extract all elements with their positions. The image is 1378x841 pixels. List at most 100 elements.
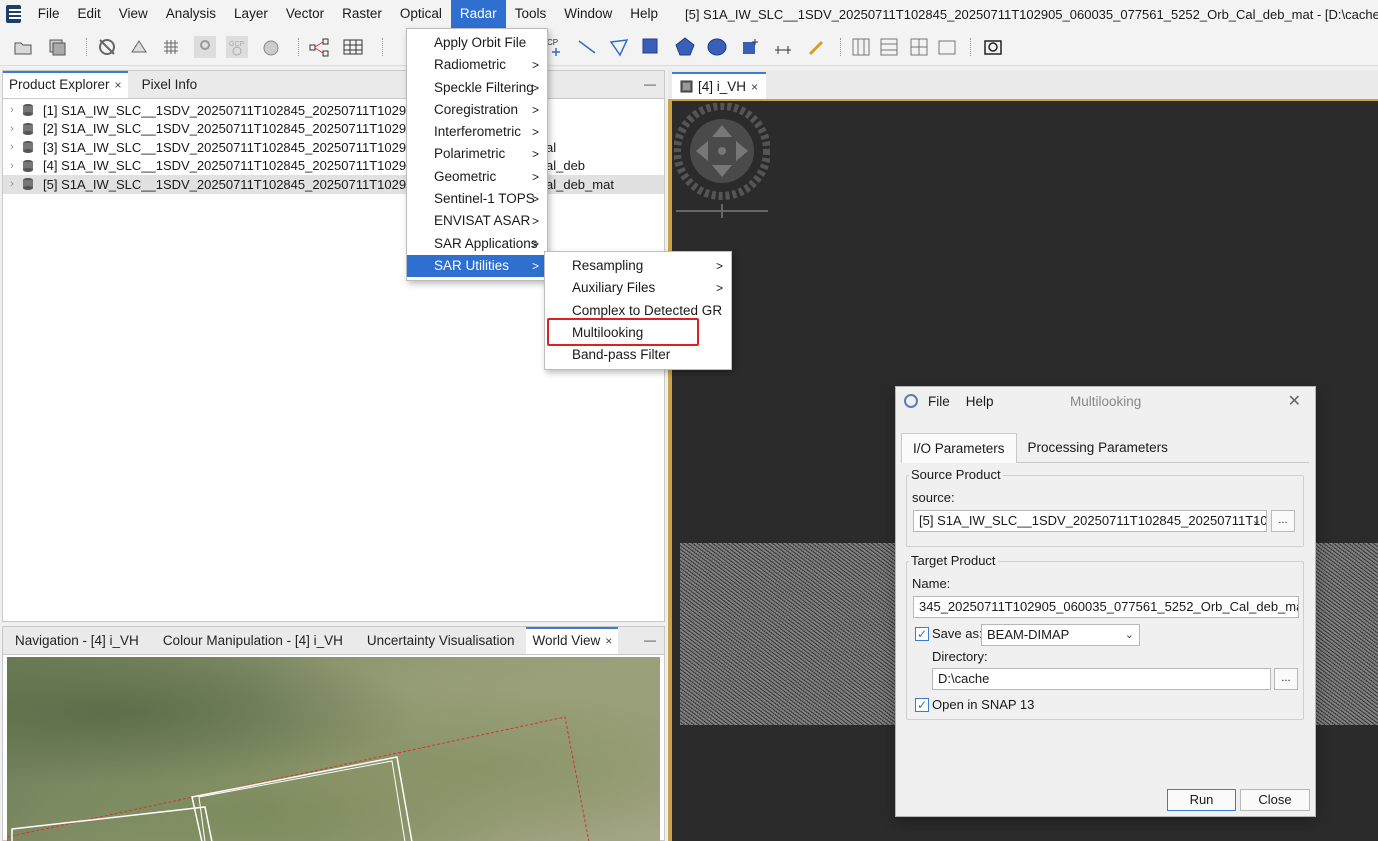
- pin-tool-icon[interactable]: [194, 36, 216, 58]
- menu-item-radiometric[interactable]: Radiometric >: [407, 54, 547, 76]
- product-row-4[interactable]: › [4] S1A_IW_SLC__1SDV_20250711T102845_20…: [3, 157, 664, 176]
- dialog-menu-help[interactable]: Help: [966, 394, 994, 409]
- tab-navigation[interactable]: Navigation - [4] i_VH: [3, 627, 151, 654]
- chevron-right-icon[interactable]: ›: [3, 141, 21, 153]
- pan-navigation-icon[interactable]: [674, 103, 770, 219]
- target-name-field[interactable]: 345_20250711T102905_060035_077561_5252_O…: [913, 596, 1299, 618]
- gcp-add-icon[interactable]: CP: [545, 36, 567, 58]
- chevron-right-icon[interactable]: ›: [3, 160, 21, 172]
- tab-io-parameters[interactable]: I/O Parameters: [901, 433, 1017, 463]
- menu-window[interactable]: Window: [555, 0, 621, 28]
- source-label: source:: [912, 490, 955, 505]
- menu-tools[interactable]: Tools: [506, 0, 556, 28]
- save-as-checkbox[interactable]: ✓: [915, 627, 929, 641]
- name-label: Name:: [912, 576, 951, 591]
- tile-grid-icon[interactable]: [908, 36, 930, 58]
- tab-colour-manipulation[interactable]: Colour Manipulation - [4] i_VH: [151, 627, 355, 654]
- magic-wand-icon[interactable]: [740, 36, 762, 58]
- tab-processing-parameters[interactable]: Processing Parameters: [1017, 433, 1179, 463]
- menu-item-band-pass-filter[interactable]: Band-pass Filter: [545, 344, 731, 366]
- open-in-snap-checkbox[interactable]: ✓: [915, 698, 929, 712]
- menu-item-label: Geometric: [434, 168, 497, 184]
- polygon-tool-icon[interactable]: [674, 36, 696, 58]
- menu-analysis[interactable]: Analysis: [157, 0, 225, 28]
- product-row-3[interactable]: › [3] S1A_IW_SLC__1SDV_20250711T102845_20…: [3, 138, 664, 157]
- menu-radar[interactable]: Radar: [450, 0, 506, 28]
- chevron-right-icon: >: [531, 258, 539, 273]
- menu-help[interactable]: Help: [621, 0, 667, 28]
- run-button[interactable]: Run: [1167, 789, 1236, 811]
- chevron-right-icon[interactable]: ›: [3, 123, 21, 135]
- source-product-select[interactable]: [5] S1A_IW_SLC__1SDV_20250711T102845_202…: [913, 510, 1267, 532]
- product-row-2[interactable]: › [2] S1A_IW_SLC__1SDV_20250711T102845_20…: [3, 120, 664, 139]
- close-icon[interactable]: ✕: [1288, 391, 1301, 411]
- menu-layer[interactable]: Layer: [225, 0, 277, 28]
- range-finder-icon[interactable]: [772, 36, 794, 58]
- snap-logo-icon: [904, 394, 918, 408]
- batch-processing-icon[interactable]: [342, 36, 364, 58]
- menu-raster[interactable]: Raster: [333, 0, 391, 28]
- menu-item-envisat-asar[interactable]: ENVISAT ASAR >: [407, 210, 547, 232]
- close-button[interactable]: Close: [1240, 789, 1310, 811]
- visibility-icon[interactable]: [96, 36, 118, 58]
- format-select[interactable]: BEAM-DIMAP ⌄: [981, 624, 1140, 646]
- menu-item-speckle-filtering[interactable]: Speckle Filtering >: [407, 77, 547, 99]
- minimize-icon[interactable]: —: [644, 633, 656, 647]
- menu-item-polarimetric[interactable]: Polarimetric >: [407, 143, 547, 165]
- menu-item-geometric[interactable]: Geometric >: [407, 166, 547, 188]
- tile-vertical-icon[interactable]: [850, 36, 872, 58]
- menu-item-sentinel-1-tops[interactable]: Sentinel-1 TOPS >: [407, 188, 547, 210]
- menu-item-auxiliary-files[interactable]: Auxiliary Files >: [545, 277, 731, 299]
- menu-item-resampling[interactable]: Resampling >: [545, 255, 731, 277]
- tile-horizontal-icon[interactable]: [878, 36, 900, 58]
- tab-image-view[interactable]: [4] i_VH ×: [672, 72, 767, 99]
- sync-views-icon[interactable]: [982, 36, 1004, 58]
- multilooking-highlight-box: [547, 318, 699, 346]
- close-icon[interactable]: ×: [751, 80, 758, 94]
- menu-vector[interactable]: Vector: [277, 0, 333, 28]
- open-folder-icon[interactable]: [12, 36, 34, 58]
- menu-item-coregistration[interactable]: Coregistration >: [407, 99, 547, 121]
- product-icon: [23, 178, 33, 191]
- menu-item-label: Complex to Detected GR: [572, 302, 723, 318]
- minimize-icon[interactable]: —: [644, 77, 656, 91]
- world-map[interactable]: [7, 657, 660, 841]
- menu-item-apply-orbit-file[interactable]: Apply Orbit File: [407, 32, 547, 54]
- tab-world-view[interactable]: World View ×: [526, 627, 619, 654]
- menu-item-label: SAR Utilities: [434, 257, 510, 273]
- pencil-icon[interactable]: [806, 36, 828, 58]
- globe-icon[interactable]: [260, 36, 282, 58]
- tab-uncertainty-visualisation[interactable]: Uncertainty Visualisation: [355, 627, 527, 654]
- graph-builder-icon[interactable]: [308, 36, 330, 58]
- tab-product-explorer[interactable]: Product Explorer ×: [3, 71, 128, 98]
- menu-item-sar-applications[interactable]: SAR Applications >: [407, 233, 547, 255]
- band-maths-icon[interactable]: [128, 36, 150, 58]
- menu-item-sar-utilities[interactable]: SAR Utilities >: [407, 254, 547, 278]
- menu-optical[interactable]: Optical: [391, 0, 451, 28]
- dialog-menu-file[interactable]: File: [928, 394, 950, 409]
- product-row-5[interactable]: › [5] S1A_IW_SLC__1SDV_20250711T102845_20…: [3, 175, 664, 194]
- save-product-icon[interactable]: [46, 36, 68, 58]
- source-browse-button[interactable]: ...: [1271, 510, 1295, 532]
- close-icon[interactable]: ×: [605, 634, 612, 648]
- chevron-right-icon[interactable]: ›: [3, 178, 21, 190]
- menu-view[interactable]: View: [110, 0, 157, 28]
- chevron-right-icon[interactable]: ›: [3, 104, 21, 116]
- menu-file[interactable]: File: [29, 0, 69, 28]
- directory-browse-button[interactable]: ...: [1274, 668, 1298, 690]
- line-tool-icon[interactable]: [576, 36, 598, 58]
- menu-edit[interactable]: Edit: [68, 0, 109, 28]
- close-icon[interactable]: ×: [115, 78, 122, 92]
- product-row-1[interactable]: › [1] S1A_IW_SLC__1SDV_20250711T102845_20…: [3, 101, 664, 120]
- tile-single-icon[interactable]: [936, 36, 958, 58]
- multilooking-dialog: File Help Multilooking ✕ I/O Parameters …: [895, 386, 1316, 817]
- ellipse-tool-icon[interactable]: [706, 36, 728, 58]
- graticule-icon[interactable]: [160, 36, 182, 58]
- polyline-tool-icon[interactable]: [608, 36, 630, 58]
- directory-field[interactable]: D:\cache: [932, 668, 1271, 690]
- menu-item-interferometric[interactable]: Interferometric >: [407, 121, 547, 143]
- gcp-tool-icon[interactable]: GCP: [226, 36, 248, 58]
- chevron-down-icon: ⌄: [1124, 629, 1134, 641]
- tab-pixel-info[interactable]: Pixel Info: [136, 71, 204, 98]
- rectangle-tool-icon[interactable]: [640, 36, 662, 58]
